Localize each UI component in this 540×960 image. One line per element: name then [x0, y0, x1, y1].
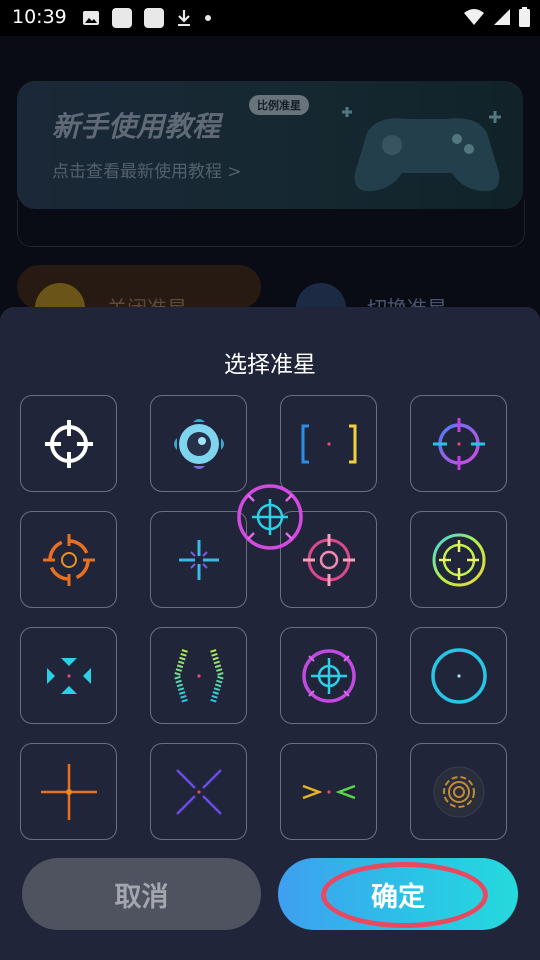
app-icon	[144, 8, 164, 28]
cancel-button[interactable]: 取消	[22, 858, 261, 930]
background-actions	[17, 265, 523, 309]
highlight-annotation	[321, 862, 488, 928]
crosshair-option[interactable]	[150, 743, 247, 840]
tutorial-badge: 比例准星	[249, 95, 309, 115]
rainbow-ring-crosshair-icon	[432, 533, 485, 586]
chevron-crosshair-icon	[302, 784, 355, 799]
signal-icon	[494, 9, 510, 25]
pink-ring-crosshair-icon	[302, 533, 355, 586]
crosshair-option[interactable]	[150, 511, 247, 608]
crosshair-option[interactable]	[150, 395, 247, 492]
crosshair-option[interactable]	[280, 395, 377, 492]
background-card	[17, 200, 525, 247]
blue-eye-crosshair-icon	[173, 418, 224, 469]
crosshair-option[interactable]	[20, 627, 117, 724]
cyan-arrows-crosshair-icon	[46, 657, 91, 694]
crosshair-option[interactable]	[410, 627, 507, 724]
crosshair-option[interactable]	[280, 743, 377, 840]
crosshair-option[interactable]	[20, 743, 117, 840]
cyan-circle-crosshair-icon	[430, 647, 487, 704]
floating-crosshair-preview[interactable]	[235, 482, 305, 552]
battery-icon	[519, 7, 530, 27]
dot-icon	[205, 15, 211, 21]
rainbow-brackets-crosshair-icon	[173, 648, 224, 703]
download-icon	[178, 10, 190, 26]
tutorial-title: 新手使用教程	[52, 110, 221, 143]
crosshair-option[interactable]	[20, 395, 117, 492]
blue-x-crosshair-icon	[175, 768, 222, 815]
bracket-crosshair-icon	[301, 424, 356, 463]
white-crosshair-icon	[44, 419, 93, 468]
image-icon	[83, 11, 99, 25]
crosshair-option[interactable]	[410, 743, 507, 840]
status-time: 10:39	[12, 6, 67, 28]
status-notifications	[82, 8, 212, 28]
crosshair-option[interactable]	[410, 395, 507, 492]
orange-cross-crosshair-icon	[40, 763, 97, 820]
gradient-circle-crosshair-icon	[432, 417, 485, 470]
orange-circle-crosshair-icon	[42, 533, 95, 586]
sheet-title: 选择准星	[224, 352, 316, 378]
gamepad-icon	[342, 107, 501, 192]
cyan-plus-crosshair-icon	[178, 539, 219, 580]
status-bar: 10:39	[0, 0, 540, 36]
crosshair-option[interactable]	[20, 511, 117, 608]
tutorial-banner: 新手使用教程 比例准星 点击查看最新使用教程 >	[17, 81, 523, 209]
tutorial-subtitle: 点击查看最新使用教程 >	[52, 162, 242, 182]
crosshair-option[interactable]	[410, 511, 507, 608]
crosshair-option[interactable]	[280, 627, 377, 724]
purple-cyan-ring-crosshair-icon	[301, 648, 356, 703]
status-system-icons	[463, 7, 530, 27]
app-icon	[112, 8, 132, 28]
wifi-icon	[464, 9, 484, 25]
target-rings-crosshair-icon	[433, 766, 484, 817]
crosshair-option[interactable]	[150, 627, 247, 724]
